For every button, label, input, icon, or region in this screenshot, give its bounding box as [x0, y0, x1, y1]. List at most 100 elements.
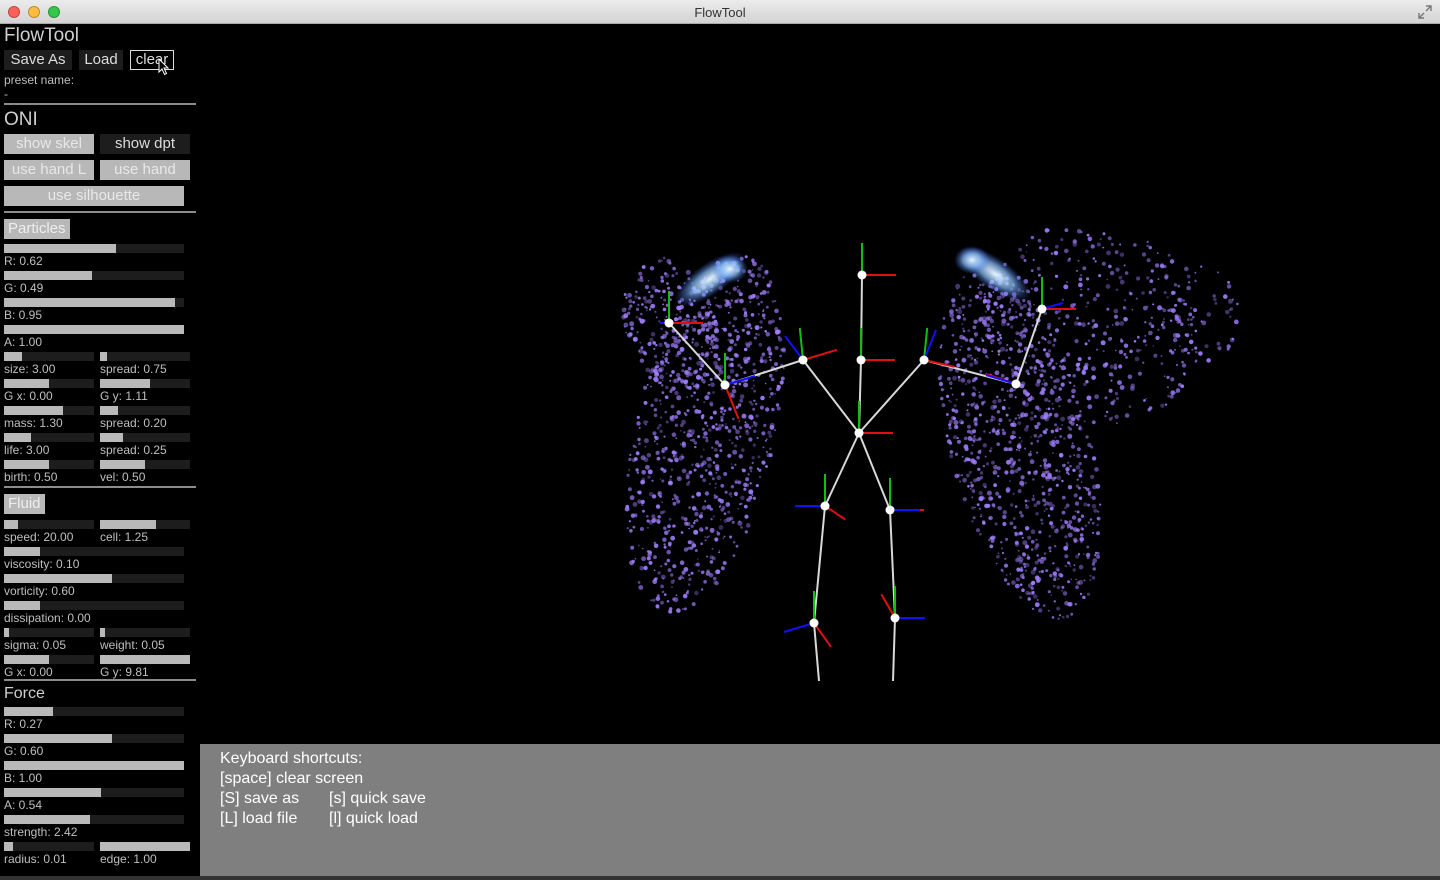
- fluid-sigma-0-slider[interactable]: [4, 628, 94, 637]
- fluid-weight-r0-slider[interactable]: [100, 628, 190, 637]
- bone-lkn-lft: [813, 622, 820, 682]
- use-silhouette-toggle[interactable]: use silhouette: [4, 186, 184, 206]
- load-button[interactable]: Load: [79, 50, 123, 70]
- force-r-slider[interactable]: [4, 707, 184, 716]
- particle: [691, 463, 694, 467]
- particle: [1017, 467, 1022, 471]
- force-radius-slider-fill: [4, 842, 13, 851]
- particle: [744, 421, 747, 424]
- force-edge-slider[interactable]: [100, 842, 190, 851]
- particle: [735, 373, 739, 377]
- force-a-slider[interactable]: [4, 788, 184, 797]
- particle: [1051, 439, 1056, 444]
- particle: [1108, 264, 1112, 269]
- particle: [1086, 277, 1090, 281]
- particle: [686, 432, 692, 438]
- fluid-speed-slider[interactable]: [4, 520, 94, 529]
- particle: [1123, 352, 1127, 356]
- use-hand-r-toggle[interactable]: use hand: [100, 160, 190, 180]
- show-dpt-toggle[interactable]: show dpt: [100, 134, 190, 154]
- force-strength-slider[interactable]: [4, 815, 184, 824]
- particle: [648, 491, 654, 497]
- use-hand-l-toggle[interactable]: use hand L: [4, 160, 94, 180]
- force-radius-slider[interactable]: [4, 842, 94, 851]
- particle: [676, 499, 681, 504]
- particle: [702, 478, 707, 483]
- fluid-g-y-r1-slider[interactable]: [100, 655, 190, 664]
- force-g-slider[interactable]: [4, 734, 184, 743]
- particle: [1060, 238, 1064, 242]
- particles-birth-4-slider[interactable]: [4, 460, 94, 469]
- particle: [1060, 416, 1065, 422]
- fluid-g-x-1-slider[interactable]: [4, 655, 94, 664]
- particle: [991, 428, 996, 433]
- particle: [662, 468, 667, 473]
- particle: [647, 469, 653, 475]
- particle: [1170, 290, 1176, 295]
- fluid-section-title[interactable]: Fluid: [4, 494, 45, 514]
- fluid-weight-r0-label: weight: 0.05: [100, 638, 165, 652]
- save-as-button[interactable]: Save As: [4, 50, 72, 70]
- particle: [661, 384, 664, 387]
- particles-mass-2-slider[interactable]: [4, 406, 94, 415]
- skeleton-scene: [621, 228, 1239, 682]
- particles-g-y-r1-label: G y: 1.11: [100, 389, 148, 403]
- particle: [1114, 321, 1120, 327]
- particle: [702, 435, 706, 439]
- particles-g-y-r1-slider[interactable]: [100, 379, 190, 388]
- fluid-vorticity-slider[interactable]: [4, 574, 184, 583]
- fluid-speed-slider-fill: [4, 520, 18, 529]
- force-g-slider-fill: [4, 734, 112, 743]
- particles-section-title[interactable]: Particles: [4, 219, 70, 239]
- particles-b-slider[interactable]: [4, 298, 184, 307]
- particle: [1014, 542, 1020, 547]
- particle: [715, 472, 718, 474]
- fluid-dissipation-slider[interactable]: [4, 601, 184, 610]
- particle: [1136, 335, 1140, 339]
- particle: [723, 535, 726, 538]
- render-viewport[interactable]: [200, 24, 1440, 744]
- particle: [1133, 340, 1137, 343]
- preset-name-value[interactable]: -: [4, 87, 8, 101]
- particle: [1119, 321, 1125, 326]
- particle: [1190, 333, 1193, 336]
- particle: [1019, 305, 1024, 310]
- axis-lsh-0: [802, 348, 838, 361]
- particle: [637, 303, 640, 306]
- particle: [1079, 273, 1083, 277]
- particles-spread-r2-slider[interactable]: [100, 406, 190, 415]
- particles-spread-r0-slider[interactable]: [100, 352, 190, 361]
- particle: [770, 391, 774, 396]
- particle: [728, 492, 733, 496]
- keyboard-shortcuts-panel: Keyboard shortcuts: [space] clear screen…: [200, 744, 1440, 876]
- particles-size-0-slider[interactable]: [4, 352, 94, 361]
- particles-g-x-1-slider[interactable]: [4, 379, 94, 388]
- fluid-cell-slider[interactable]: [100, 520, 190, 529]
- particle: [988, 292, 991, 295]
- particles-spread-r3-slider[interactable]: [100, 433, 190, 442]
- particle: [979, 296, 983, 300]
- particle: [944, 360, 949, 364]
- particle: [1061, 510, 1066, 515]
- particle: [730, 299, 733, 302]
- fluid-viscosity-slider[interactable]: [4, 547, 184, 556]
- particle: [1114, 414, 1119, 419]
- particle: [1177, 319, 1182, 324]
- particle: [996, 361, 999, 364]
- particle: [637, 442, 641, 446]
- particles-r-slider[interactable]: [4, 244, 184, 253]
- particle: [1083, 579, 1086, 582]
- particles-g-slider[interactable]: [4, 271, 184, 280]
- particle: [1011, 374, 1015, 378]
- particle: [1036, 451, 1039, 454]
- fullscreen-icon[interactable]: [1418, 5, 1432, 19]
- particles-a-slider[interactable]: [4, 325, 184, 334]
- show-skel-toggle[interactable]: show skel: [4, 134, 94, 154]
- particle: [1032, 369, 1035, 372]
- particle: [1178, 334, 1181, 338]
- force-b-slider[interactable]: [4, 761, 184, 770]
- particles-life-3-slider[interactable]: [4, 433, 94, 442]
- particles-vel-r4-slider[interactable]: [100, 460, 190, 469]
- particle: [722, 561, 727, 565]
- particle: [760, 395, 765, 401]
